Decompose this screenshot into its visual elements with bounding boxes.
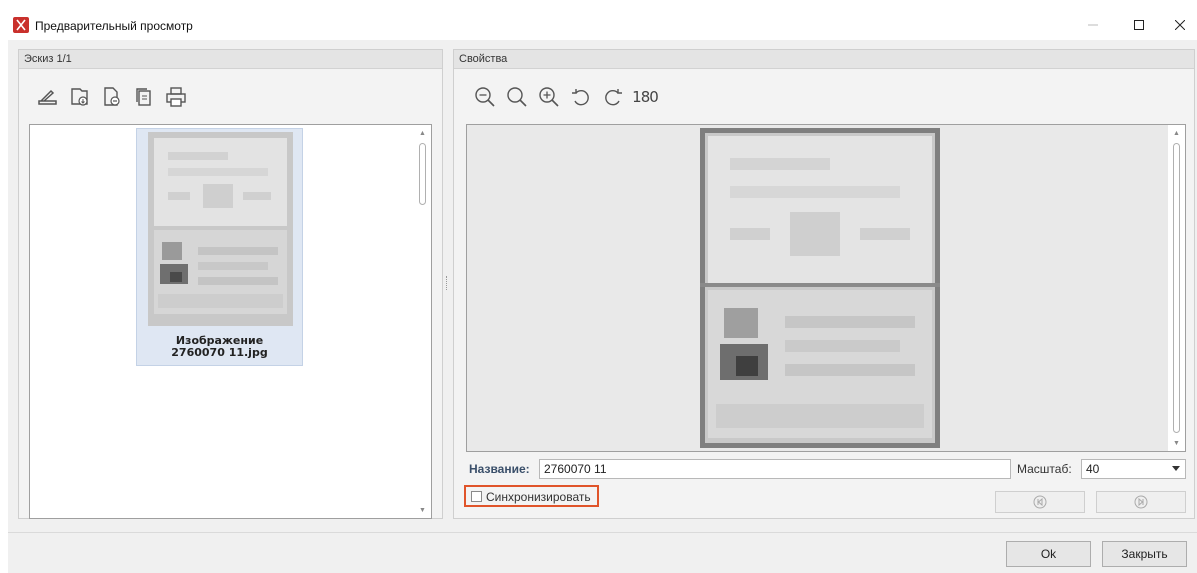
footer-divider bbox=[8, 532, 1197, 533]
rotate-180-icon: 180 bbox=[632, 88, 659, 106]
close-icon bbox=[1174, 20, 1185, 30]
scroll-down-icon[interactable]: ▼ bbox=[414, 502, 431, 518]
close-button[interactable]: Закрыть bbox=[1102, 541, 1187, 567]
next-page-button[interactable] bbox=[1096, 491, 1186, 513]
add-file-icon bbox=[71, 88, 88, 106]
rotate-right-icon bbox=[605, 89, 622, 106]
preview-scrollbar[interactable]: ▲ ▼ bbox=[1168, 125, 1185, 451]
scroll-thumb[interactable] bbox=[1173, 143, 1180, 433]
sync-label[interactable]: Синхронизировать bbox=[486, 490, 591, 504]
scroll-up-icon[interactable]: ▲ bbox=[414, 125, 431, 141]
thumbnail-caption-line2: 2760070 11.jpg bbox=[171, 346, 268, 359]
next-icon bbox=[1134, 495, 1148, 509]
scroll-thumb[interactable] bbox=[419, 143, 426, 205]
document-thumbnail-image bbox=[148, 132, 293, 326]
scroll-up-icon[interactable]: ▲ bbox=[1168, 125, 1185, 141]
previous-page-button[interactable] bbox=[995, 491, 1085, 513]
maximize-icon bbox=[1134, 20, 1144, 30]
splitter-handle[interactable] bbox=[446, 276, 448, 290]
image-preview[interactable]: ▲ ▼ bbox=[466, 124, 1186, 452]
remove-file-button[interactable] bbox=[97, 82, 127, 112]
zoom-out-button[interactable] bbox=[470, 82, 500, 112]
scroll-down-icon[interactable]: ▼ bbox=[1168, 435, 1185, 451]
properties-panel: Свойства 180 ▲ ▼ Название: 2760070 11 Ма… bbox=[453, 49, 1195, 519]
dialog-body: Эскиз 1/1 Изображение 2760070 11.jpg ▲ ▼… bbox=[8, 40, 1197, 573]
print-button[interactable] bbox=[161, 82, 191, 112]
scan-icon bbox=[38, 89, 57, 105]
name-label: Название: bbox=[469, 462, 530, 476]
preview-toolbar: 180 bbox=[470, 80, 662, 114]
ok-button[interactable]: Ok bbox=[1006, 541, 1091, 567]
rotate-right-button[interactable] bbox=[598, 82, 628, 112]
properties-panel-header: Свойства bbox=[454, 50, 1194, 69]
document-preview-image bbox=[700, 128, 940, 448]
thumbnails-toolbar bbox=[33, 80, 193, 114]
zoom-in-icon bbox=[539, 87, 559, 107]
thumbnail-scrollbar[interactable]: ▲ ▼ bbox=[414, 125, 431, 518]
thumbnail-item[interactable]: Изображение 2760070 11.jpg bbox=[136, 128, 303, 366]
scan-button[interactable] bbox=[33, 82, 63, 112]
add-file-button[interactable] bbox=[65, 82, 95, 112]
print-icon bbox=[166, 87, 186, 107]
chevron-down-icon bbox=[1172, 466, 1180, 471]
previous-icon bbox=[1033, 495, 1047, 509]
thumbnail-caption: Изображение 2760070 11.jpg bbox=[137, 335, 302, 359]
zoom-out-icon bbox=[475, 87, 495, 107]
rotate-left-icon bbox=[572, 89, 589, 106]
scale-value: 40 bbox=[1086, 462, 1100, 476]
scale-label: Масштаб: bbox=[1017, 462, 1072, 476]
rotate-left-button[interactable] bbox=[566, 82, 596, 112]
name-scale-row: Название: Масштаб: 40 bbox=[466, 459, 1186, 479]
zoom-in-button[interactable] bbox=[534, 82, 564, 112]
thumbnails-panel: Эскиз 1/1 Изображение 2760070 11.jpg ▲ ▼ bbox=[18, 49, 443, 519]
minimize-icon bbox=[1088, 24, 1098, 26]
minimize-button[interactable] bbox=[1070, 10, 1116, 40]
scale-dropdown[interactable]: 40 bbox=[1081, 459, 1186, 479]
window-title: Предварительный просмотр bbox=[35, 19, 193, 33]
copy-button[interactable] bbox=[129, 82, 159, 112]
name-field[interactable] bbox=[539, 459, 1011, 479]
title-bar: Предварительный просмотр bbox=[0, 0, 1197, 40]
close-window-button[interactable] bbox=[1162, 10, 1197, 40]
thumbnails-panel-header: Эскиз 1/1 bbox=[19, 50, 442, 69]
sync-checkbox[interactable] bbox=[471, 491, 482, 502]
zoom-fit-button[interactable] bbox=[502, 82, 532, 112]
zoom-fit-icon bbox=[507, 87, 527, 107]
remove-file-icon bbox=[104, 87, 120, 106]
copy-icon bbox=[136, 88, 151, 106]
thumbnail-list[interactable]: Изображение 2760070 11.jpg ▲ ▼ bbox=[29, 124, 432, 519]
sync-checkbox-highlight[interactable]: Синхронизировать bbox=[464, 485, 599, 507]
maximize-button[interactable] bbox=[1116, 10, 1162, 40]
app-icon bbox=[13, 17, 29, 33]
rotate-180-button[interactable]: 180 bbox=[630, 82, 660, 112]
